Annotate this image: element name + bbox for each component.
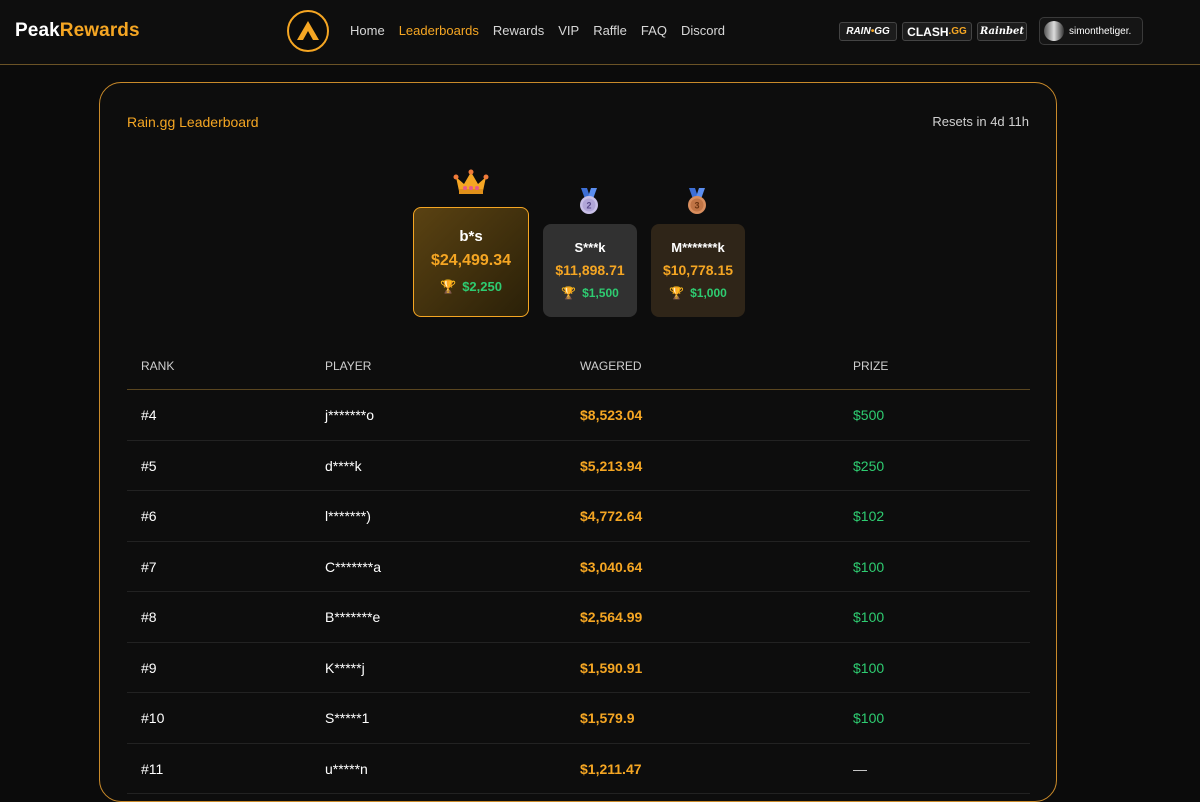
bronze-medal-icon: 3 (688, 188, 706, 214)
podium-prize: 🏆 $1,500 (543, 286, 637, 300)
top-navbar: PeakRewards Home Leaderboards Rewards VI… (0, 0, 1200, 65)
row-wagered: $5,213.94 (580, 457, 643, 474)
table-header: RANK PLAYER WAGERED PRIZE (127, 345, 1030, 390)
podium-wagered: $10,778.15 (662, 262, 734, 278)
nav-leaderboards[interactable]: Leaderboards (399, 23, 479, 38)
rain-logo-suffix: GG (874, 26, 890, 37)
rain-gg-partner-button[interactable]: RAIN • GG (839, 22, 897, 41)
row-rank: #8 (141, 609, 157, 625)
table-row: #5 d****k $5,213.94 $250 (127, 441, 1030, 491)
nav-rewards[interactable]: Rewards (493, 23, 544, 38)
mountain-logo-icon[interactable] (287, 10, 329, 52)
table-row: #4 j*******o $8,523.04 $500 (127, 390, 1030, 441)
podium-prize: 🏆 $1,000 (651, 286, 745, 300)
podium-player-name: M*******k (671, 240, 725, 255)
clash-gg-partner-button[interactable]: CLASH .GG (902, 22, 972, 41)
row-rank: #9 (141, 659, 157, 676)
crown-icon (453, 169, 489, 194)
avatar (1044, 21, 1064, 41)
nav-vip[interactable]: VIP (558, 23, 579, 38)
clash-logo-suffix: .GG (948, 26, 967, 37)
row-rank: #5 (141, 457, 157, 474)
nav-home[interactable]: Home (350, 23, 385, 38)
trophy-icon: 🏆 (669, 286, 685, 300)
rain-logo-text: RAIN (846, 26, 871, 37)
row-player: S*****1 (325, 710, 370, 726)
row-player: u*****n (325, 760, 368, 777)
brand-name-part1: Peak (15, 20, 60, 41)
silver-medal-icon: 2 (580, 188, 598, 214)
row-rank: #4 (141, 407, 157, 423)
podium-prize-value: $1,000 (690, 286, 727, 300)
podium-wagered: $24,499.34 (430, 252, 512, 269)
row-prize: $500 (853, 407, 885, 423)
row-prize: $100 (853, 609, 885, 625)
table-row: #8 B*******e $2,564.99 $100 (127, 592, 1030, 643)
podium-third-place: M*******k $10,778.15 🏆 $1,000 (651, 224, 745, 317)
leaderboard-title: Rain.gg Leaderboard (127, 114, 259, 130)
row-prize: $250 (853, 457, 885, 474)
leaderboard-card: Rain.gg Leaderboard Resets in 4d 11h 2 3… (99, 82, 1057, 802)
podium-player-name: S***k (574, 240, 606, 255)
column-header-rank: RANK (141, 359, 175, 373)
row-wagered: $4,772.64 (580, 508, 643, 524)
silver-medal-number: 2 (586, 201, 591, 211)
nav-faq[interactable]: FAQ (641, 23, 667, 38)
brand-logo-text[interactable]: PeakRewards (15, 20, 140, 42)
row-rank: #6 (141, 508, 157, 524)
rainbet-logo-text: Rainbet (979, 26, 1025, 37)
rainbet-partner-button[interactable]: Rainbet (977, 22, 1027, 41)
column-header-wagered: WAGERED (580, 359, 642, 373)
podium-player-name: b*s (459, 228, 483, 245)
row-wagered: $1,579.9 (580, 710, 635, 726)
row-prize: $100 (853, 659, 885, 676)
nav-raffle[interactable]: Raffle (593, 23, 627, 38)
row-wagered: $8,523.04 (580, 407, 643, 423)
leaderboard-table: RANK PLAYER WAGERED PRIZE #4 j*******o $… (127, 345, 1030, 794)
column-header-player: PLAYER (325, 359, 372, 373)
row-player: l*******) (325, 508, 371, 524)
podium-second-place: S***k $11,898.71 🏆 $1,500 (543, 224, 637, 317)
clash-logo-text: CLASH (907, 24, 949, 39)
podium-prize-value: $2,250 (462, 279, 502, 294)
podium-wagered: $11,898.71 (555, 262, 625, 278)
row-player: B*******e (325, 609, 381, 625)
podium-prize-value: $1,500 (582, 286, 619, 300)
row-player: d****k (325, 457, 362, 474)
table-row: #6 l*******) $4,772.64 $102 (127, 491, 1030, 542)
row-prize: $100 (853, 710, 885, 726)
row-rank: #7 (141, 558, 157, 575)
brand-name-part2: Rewards (59, 20, 140, 41)
row-prize: — (853, 760, 867, 777)
row-player: j*******o (325, 407, 375, 423)
table-row: #9 K*****j $1,590.91 $100 (127, 643, 1030, 693)
trophy-icon: 🏆 (440, 279, 457, 294)
username: simonthetiger. (1069, 25, 1132, 37)
main-nav: Home Leaderboards Rewards VIP Raffle FAQ… (350, 23, 725, 38)
row-wagered: $1,211.47 (580, 760, 642, 777)
row-wagered: $2,564.99 (580, 609, 643, 625)
table-row: #11 u*****n $1,211.47 — (127, 744, 1030, 794)
table-row: #10 S*****1 $1,579.9 $100 (127, 693, 1030, 744)
reset-timer: Resets in 4d 11h (932, 114, 1029, 129)
row-player: K*****j (325, 659, 365, 676)
row-player: C*******a (325, 558, 382, 575)
table-row: #7 C*******a $3,040.64 $100 (127, 542, 1030, 592)
row-rank: #10 (141, 710, 165, 726)
user-profile-button[interactable]: simonthetiger. (1039, 17, 1143, 45)
trophy-icon: 🏆 (561, 286, 577, 300)
row-wagered: $1,590.91 (580, 659, 643, 676)
row-prize: $102 (853, 508, 885, 524)
nav-discord[interactable]: Discord (681, 23, 725, 38)
podium-first-place: b*s $24,499.34 🏆 $2,250 (413, 207, 529, 317)
row-rank: #11 (141, 760, 164, 777)
podium-prize: 🏆 $2,250 (414, 279, 528, 295)
row-prize: $100 (853, 558, 885, 575)
bronze-medal-number: 3 (694, 201, 699, 211)
column-header-prize: PRIZE (853, 359, 889, 373)
row-wagered: $3,040.64 (580, 558, 643, 575)
